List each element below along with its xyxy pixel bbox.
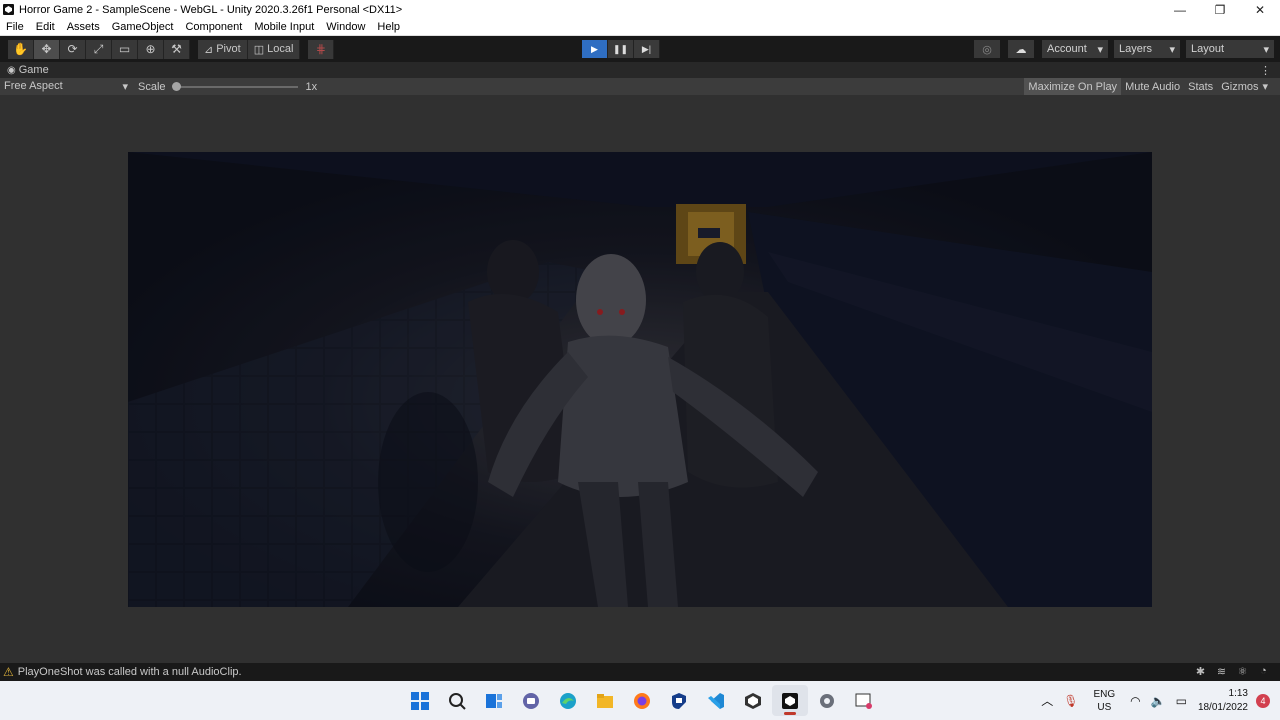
wifi-icon[interactable]: ◠ bbox=[1130, 694, 1140, 708]
chevron-down-icon: ▾ bbox=[1263, 43, 1269, 56]
horror-scene-image bbox=[128, 152, 1152, 607]
gamepad-icon: ◉ bbox=[7, 64, 16, 76]
menu-bar: File Edit Assets GameObject Component Mo… bbox=[0, 19, 1280, 36]
scale-value: 1x bbox=[305, 80, 318, 93]
game-view bbox=[0, 95, 1280, 663]
stats-toggle[interactable]: Stats bbox=[1184, 78, 1217, 95]
custom-tool-icon[interactable]: ⚒ bbox=[164, 39, 190, 59]
search-icon[interactable] bbox=[439, 685, 475, 716]
game-view-toolbar: Free Aspect ▾ Scale 1x Maximize On Play … bbox=[0, 78, 1280, 95]
tab-game[interactable]: Game bbox=[19, 64, 49, 76]
lighting-icon[interactable]: ⚛ bbox=[1232, 665, 1253, 678]
title-bar: Horror Game 2 - SampleScene - WebGL - Un… bbox=[0, 0, 1280, 19]
lang-bottom: US bbox=[1097, 701, 1112, 713]
windows-taskbar: ︿ 🎙 ENG US ◠ 🔈 ▭ 1:13 18/01/2022 4 bbox=[0, 681, 1280, 720]
settings-icon[interactable] bbox=[809, 685, 845, 716]
unity-hub-icon[interactable] bbox=[735, 685, 771, 716]
menu-mobile-input[interactable]: Mobile Input bbox=[248, 21, 320, 33]
menu-file[interactable]: File bbox=[0, 21, 30, 33]
unity-editor-icon[interactable] bbox=[772, 685, 808, 716]
minimize-button[interactable]: — bbox=[1160, 0, 1200, 19]
local-label: Local bbox=[267, 43, 294, 55]
layers-label: Layers bbox=[1119, 43, 1153, 55]
maximize-button[interactable]: ❐ bbox=[1200, 0, 1240, 19]
pause-button[interactable]: ❚❚ bbox=[608, 40, 634, 58]
firefox-icon[interactable] bbox=[624, 685, 660, 716]
warning-icon: ⚠ bbox=[3, 665, 14, 679]
chevron-down-icon: ▾ bbox=[122, 81, 128, 93]
progress-icon[interactable]: ◔ bbox=[1253, 665, 1274, 678]
file-explorer-icon[interactable] bbox=[587, 685, 623, 716]
transform-tool-icon[interactable]: ⊕ bbox=[138, 39, 164, 59]
task-view-icon[interactable] bbox=[476, 685, 512, 716]
move-tool-icon[interactable]: ✥ bbox=[34, 39, 60, 59]
menu-edit[interactable]: Edit bbox=[30, 21, 61, 33]
vscode-icon[interactable] bbox=[698, 685, 734, 716]
game-render[interactable] bbox=[128, 152, 1152, 607]
scale-label: Scale bbox=[138, 80, 166, 93]
play-button[interactable]: ▶ bbox=[582, 40, 608, 58]
menu-window[interactable]: Window bbox=[320, 21, 371, 33]
layers-dropdown[interactable]: Layers ▾ bbox=[1114, 40, 1180, 58]
gizmos-toggle[interactable]: Gizmos bbox=[1217, 78, 1262, 95]
step-button[interactable]: ▶| bbox=[634, 40, 660, 58]
pivot-label: Pivot bbox=[216, 43, 241, 55]
chevron-down-icon[interactable]: ▾ bbox=[1262, 78, 1268, 95]
language-indicator[interactable]: ENG US bbox=[1093, 688, 1115, 714]
collab-icon[interactable]: ◎ bbox=[974, 40, 1000, 58]
layout-dropdown[interactable]: Layout ▾ bbox=[1186, 40, 1274, 58]
scale-slider[interactable] bbox=[171, 81, 298, 91]
chevron-down-icon: ▾ bbox=[1169, 43, 1175, 56]
slider-handle[interactable] bbox=[171, 81, 181, 91]
chevron-down-icon: ▾ bbox=[1097, 43, 1103, 56]
clock-date: 18/01/2022 bbox=[1197, 701, 1248, 713]
mute-audio-toggle[interactable]: Mute Audio bbox=[1121, 78, 1184, 95]
grid-snap-icon[interactable]: ⋕ bbox=[308, 39, 335, 59]
snipping-tool-icon[interactable] bbox=[846, 685, 882, 716]
edge-icon[interactable] bbox=[550, 685, 586, 716]
unity-icon bbox=[3, 4, 14, 15]
account-label: Account bbox=[1047, 43, 1087, 55]
aspect-dropdown[interactable]: Free Aspect ▾ bbox=[0, 80, 132, 93]
clock-time: 1:13 bbox=[1228, 687, 1248, 699]
chevron-up-icon[interactable]: ︿ bbox=[1041, 692, 1053, 709]
lang-top: ENG bbox=[1093, 688, 1116, 700]
shield-app-icon[interactable] bbox=[661, 685, 697, 716]
more-options-icon[interactable]: ⋮ bbox=[1260, 64, 1271, 77]
layout-label: Layout bbox=[1191, 43, 1225, 55]
status-bar: ⚠ PlayOneShot was called with a null Aud… bbox=[0, 663, 1280, 681]
running-indicator bbox=[784, 712, 796, 715]
menu-assets[interactable]: Assets bbox=[61, 21, 106, 33]
bug-icon[interactable]: ✱ bbox=[1190, 665, 1211, 678]
layers-icon[interactable]: ≋ bbox=[1211, 665, 1232, 678]
rect-tool-icon[interactable]: ▭ bbox=[112, 39, 138, 59]
account-dropdown[interactable]: Account ▾ bbox=[1042, 40, 1108, 58]
hand-tool-icon[interactable]: ✋ bbox=[8, 39, 34, 59]
pivot-toggle[interactable]: ⊿ Pivot bbox=[198, 39, 248, 59]
clock[interactable]: 1:13 18/01/2022 bbox=[1198, 687, 1248, 715]
menu-help[interactable]: Help bbox=[371, 21, 406, 33]
maximize-on-play-toggle[interactable]: Maximize On Play bbox=[1024, 78, 1122, 95]
console-message[interactable]: PlayOneShot was called with a null Audio… bbox=[18, 666, 242, 678]
window-title: Horror Game 2 - SampleScene - WebGL - Un… bbox=[19, 3, 403, 16]
teams-chat-icon[interactable] bbox=[513, 685, 549, 716]
system-tray: ︿ 🎙 ENG US ◠ 🔈 ▭ 1:13 18/01/2022 4 bbox=[1036, 681, 1280, 720]
main-toolbar: ✋ ✥ ⟳ ⤢ ▭ ⊕ ⚒ ⊿ Pivot ◫ Local ⋕ ▶ ❚❚ ▶| ◎ … bbox=[0, 36, 1280, 62]
notification-badge[interactable]: 4 bbox=[1256, 693, 1270, 708]
microphone-icon[interactable]: 🎙 bbox=[1063, 694, 1078, 708]
rotate-tool-icon[interactable]: ⟳ bbox=[60, 39, 86, 59]
aspect-label: Free Aspect bbox=[4, 80, 63, 92]
battery-icon[interactable]: ▭ bbox=[1176, 694, 1187, 708]
scale-tool-icon[interactable]: ⤢ bbox=[86, 39, 112, 59]
cloud-icon[interactable]: ☁ bbox=[1008, 40, 1034, 58]
volume-icon[interactable]: 🔈 bbox=[1151, 694, 1166, 708]
pivot-icon: ⊿ bbox=[204, 43, 214, 56]
menu-gameobject[interactable]: GameObject bbox=[106, 21, 180, 33]
game-tab-bar: ◉ Game ⋮ bbox=[0, 62, 1280, 78]
menu-component[interactable]: Component bbox=[179, 21, 248, 33]
close-button[interactable]: ✕ bbox=[1240, 0, 1280, 19]
local-toggle[interactable]: ◫ Local bbox=[247, 39, 301, 59]
start-icon[interactable] bbox=[402, 685, 438, 716]
cube-icon: ◫ bbox=[253, 43, 265, 56]
